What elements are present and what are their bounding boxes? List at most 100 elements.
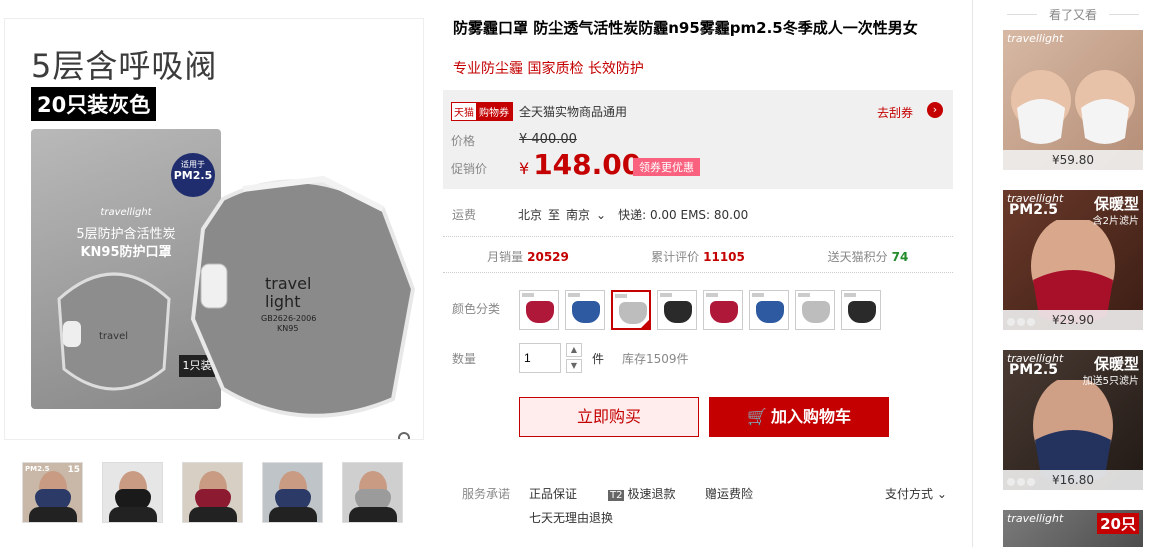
rail-price: ¥59.80 [1003,150,1143,170]
promise-7day-return[interactable]: 七天无理由退换 [529,509,613,526]
total-reviews[interactable]: 累计评价 11105 [613,248,783,265]
sales-stats: 月销量 20529 累计评价 11105 送天猫积分 74 [443,248,953,265]
chevron-down-icon: ⌄ [596,208,607,222]
shipping-fees: 快递: 0.00 EMS: 80.00 [618,208,749,222]
swatch-mask [848,301,876,323]
badge-top-text: 适用于 [181,160,205,169]
thumbnail[interactable] [102,462,163,523]
thumb-tag: PM2.5 [25,465,50,473]
t2-icon: T2 [608,490,625,501]
rail-price: ¥29.90 [1003,310,1143,330]
color-swatch[interactable] [519,290,559,330]
rail-price: ¥16.80 [1003,470,1143,490]
recommendation-item[interactable]: travellight PM2.5 保暖型 加送5只滤片 ¥16.80 [1003,350,1143,490]
rail-warm: 保暖型 [1093,355,1139,373]
small-mask-image: travel [57,272,171,391]
swatch-label-strip [752,293,764,297]
rail-brand: travellight [1007,32,1064,45]
thumbnail[interactable] [182,462,243,523]
large-mask-print-3: GB2626-2006 [261,314,316,323]
monthly-sales-value: 20529 [527,250,569,264]
reviews-label: 累计评价 [651,250,700,264]
quantity-stepper: ▲ ▼ [566,343,582,375]
promise-shipping-insurance[interactable]: 赠运费险 [705,485,753,502]
swatch-label-strip [660,293,672,297]
swatch-mask [526,301,554,323]
color-swatch[interactable] [657,290,697,330]
thumbnail-strip: PM2.5 15 [22,462,403,523]
stock-count: 库存1509件 [622,352,689,366]
shipping-row: 运费 北京 至 南京 ⌄ 快递: 0.00 EMS: 80.00 [452,206,754,223]
swatch-label-strip [615,294,627,298]
color-swatch[interactable] [749,290,789,330]
large-mask-image: travel light GB2626-2006 KN95 [190,175,416,418]
large-mask-print-4: KN95 [277,324,298,333]
color-swatch[interactable] [841,290,881,330]
color-swatch[interactable] [611,290,651,330]
promo-price-value: 148.00 [533,148,642,181]
divider [443,272,953,273]
fast-refund-label: 极速退款 [627,487,676,501]
swatch-label-strip [522,293,534,297]
color-swatch[interactable] [795,290,835,330]
rail-sub: 含2片滤片 [1092,216,1139,227]
large-mask-print-1: travel [265,274,311,293]
recommendation-item[interactable]: travellight 20只 [1003,510,1143,547]
recommendation-item[interactable]: travellight PM2.5 保暖型 含2片滤片 ¥29.90 [1003,190,1143,330]
add-to-cart-label: 加入购物车 [770,407,851,426]
swatch-mask [710,301,738,323]
thumbnail[interactable] [262,462,323,523]
get-coupon-link[interactable]: 去刮券 [877,104,913,121]
ship-to: 南京 [566,208,591,222]
price-box: 天猫 购物券 全天猫实物商品通用 去刮券 › 价格 ¥ 400.00 促销价 ¥… [443,90,953,189]
chevron-right-icon[interactable]: › [927,102,943,118]
price-label: 价格 [451,134,476,148]
large-mask-print-2: light [265,292,300,311]
reviews-value: 11105 [703,250,745,264]
thumbnail[interactable] [342,462,403,523]
promo-price: ¥ 148.00 [519,148,641,181]
swatch-label-strip [844,293,856,297]
promise-genuine[interactable]: 正品保证 [529,485,577,502]
ship-to-select[interactable]: 南京 ⌄ [566,206,612,223]
decrease-button[interactable]: ▼ [566,359,582,373]
swatch-label-strip [568,293,580,297]
swatch-label-strip [798,293,810,297]
buy-now-button[interactable]: 立即购买 [519,397,699,437]
promise-fast-refund[interactable]: T2 极速退款 [608,485,676,502]
add-to-cart-button[interactable]: 🛒 加入购物车 [709,397,889,437]
quantity-label: 数量 [452,352,477,366]
cart-icon: 🛒 [747,407,767,426]
thumbnail[interactable]: PM2.5 15 [22,462,83,523]
ship-to-word: 至 [548,208,561,222]
divider [443,236,953,237]
rail-title: 看了又看 [1003,6,1143,23]
shipping-label: 运费 [452,208,477,222]
coupon-promo-badge[interactable]: 领券更优惠 [633,158,700,176]
color-swatch[interactable] [565,290,605,330]
swatch-mask [572,301,600,323]
main-product-image[interactable]: 5层含呼吸阀 20只装灰色 适用于 PM2.5 travellight 5层防护… [4,18,424,440]
swatch-mask [756,301,784,323]
promise-label: 服务承诺 [462,487,511,501]
zoom-icon[interactable] [397,431,415,440]
rail-warm: 保暖型 [1093,195,1139,213]
image-headline: 5层含呼吸阀 [31,47,218,85]
rail-pm: PM2.5 [1009,202,1058,218]
rail-pm: PM2.5 [1009,362,1058,378]
color-swatches [519,290,881,330]
payment-methods[interactable]: 支付方式 ⌄ [885,485,947,502]
color-swatch[interactable] [703,290,743,330]
tmall-coupon-tag: 天猫 购物券 [451,102,513,121]
thumb-num: 15 [67,465,80,475]
quantity-input[interactable] [519,343,561,373]
small-mask-print: travel [99,331,128,342]
tmall-label: 天猫 [452,103,476,120]
increase-button[interactable]: ▲ [566,343,582,357]
currency-symbol: ¥ [519,159,530,178]
monthly-sales-label: 月销量 [487,250,524,264]
recommendation-item[interactable]: travellight ¥59.80 [1003,30,1143,170]
rail-brand: travellight [1007,512,1064,525]
swatch-mask [802,301,830,323]
chevron-down-icon: ⌄ [936,487,947,501]
